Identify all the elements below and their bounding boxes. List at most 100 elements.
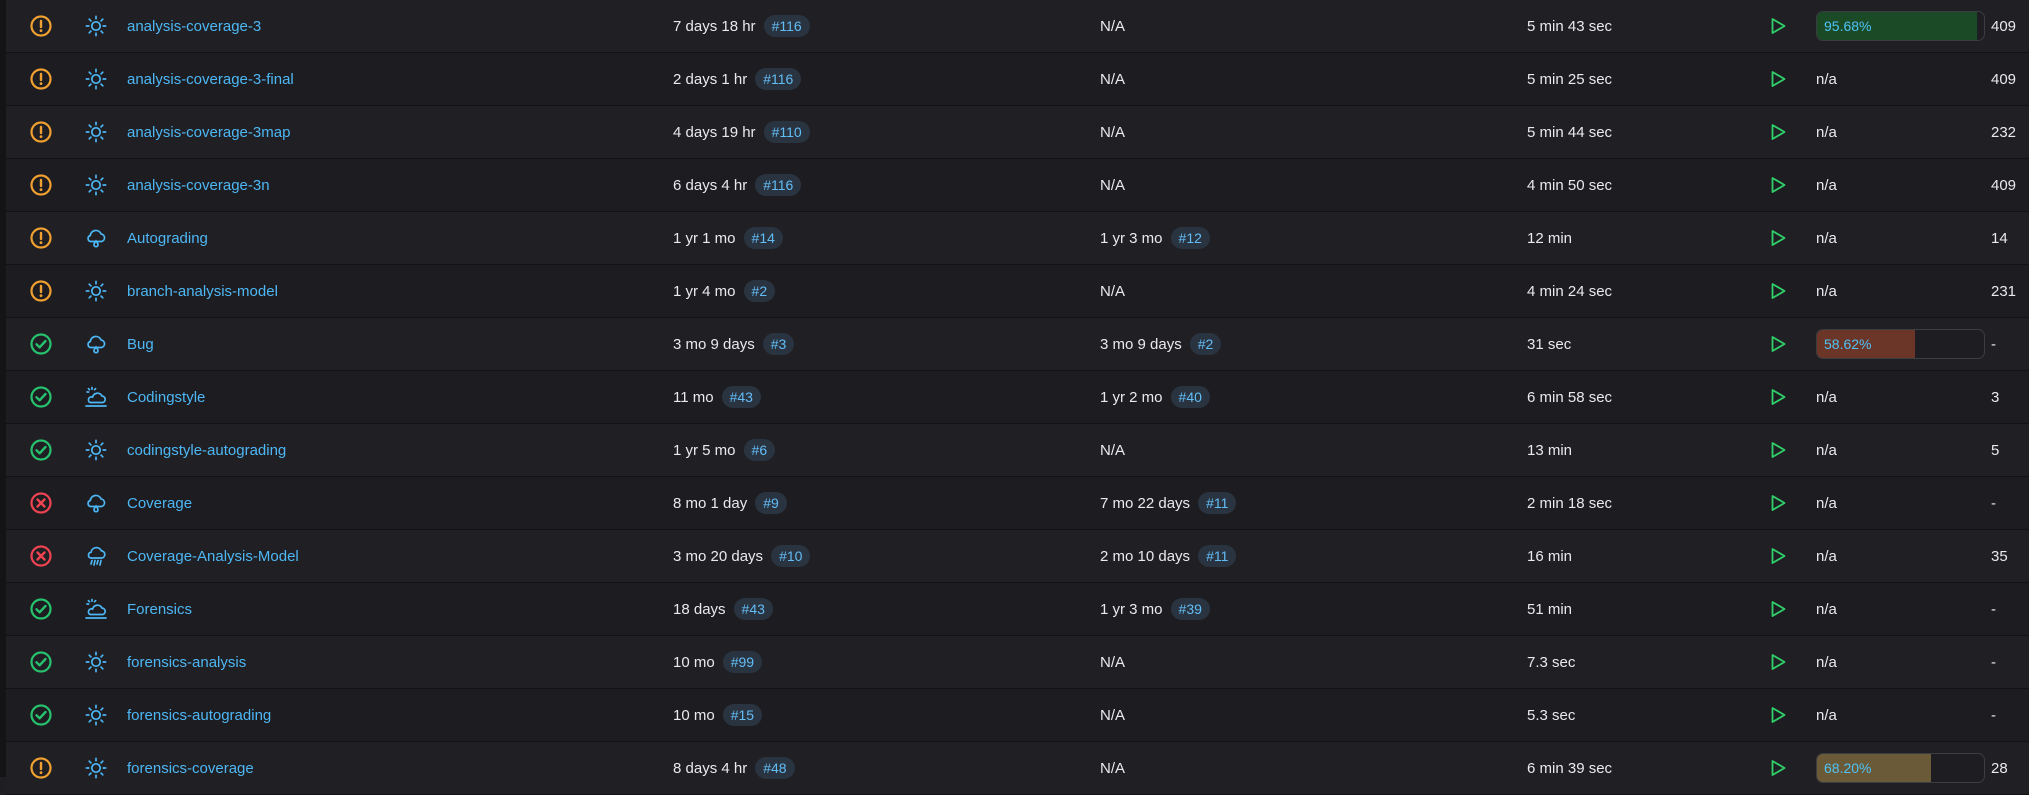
job-name-link[interactable]: branch-analysis-model: [127, 283, 278, 300]
failure-build-link[interactable]: #2: [1189, 333, 1222, 355]
success-build-link[interactable]: #43: [721, 386, 761, 408]
success-build-link[interactable]: #116: [755, 68, 802, 90]
last-failure-time: N/A: [1100, 123, 1126, 141]
last-duration: 6 min 58 sec: [1527, 388, 1613, 406]
job-name-link[interactable]: analysis-coverage-3-final: [127, 71, 294, 88]
weather-sun-icon: [78, 689, 114, 741]
job-name-link[interactable]: Coverage: [127, 495, 192, 512]
success-build-link[interactable]: #99: [722, 651, 763, 673]
job-name-link[interactable]: codingstyle-autograding: [127, 442, 286, 459]
job-row: codingstyle-autograding 1 yr 5 mo #6 N/A…: [6, 424, 2029, 477]
job-name-link[interactable]: Codingstyle: [127, 389, 205, 406]
job-row: forensics-autograding 10 mo #15 N/A 5.3 …: [6, 689, 2029, 742]
weather-sun-icon: [78, 159, 114, 211]
last-success-time: 1 yr 5 mo: [673, 441, 736, 459]
status-warning-icon: [24, 106, 58, 158]
success-build-link[interactable]: #43: [733, 598, 773, 620]
run-build-icon[interactable]: [1763, 159, 1793, 211]
job-name-link[interactable]: forensics-coverage: [127, 760, 254, 777]
success-build-link[interactable]: #116: [755, 174, 802, 196]
job-row: analysis-coverage-3map 4 days 19 hr #110…: [6, 106, 2029, 159]
coverage-na: n/a: [1816, 176, 1837, 194]
last-success-cell: 3 mo 20 days #10: [673, 530, 811, 582]
last-success-time: 2 days 1 hr: [673, 70, 748, 88]
run-build-icon[interactable]: [1763, 636, 1793, 688]
run-build-icon[interactable]: [1763, 583, 1793, 635]
status-warning-icon: [24, 212, 58, 264]
run-build-icon[interactable]: [1763, 106, 1793, 158]
last-failure-time: N/A: [1100, 176, 1126, 194]
job-name-link[interactable]: Coverage-Analysis-Model: [127, 548, 299, 565]
job-row: analysis-coverage-3n 6 days 4 hr #116 N/…: [6, 159, 2029, 212]
run-build-icon[interactable]: [1763, 477, 1793, 529]
job-row: Codingstyle 11 mo #43 1 yr 2 mo #40 6 min…: [6, 371, 2029, 424]
job-row: Coverage 8 mo 1 day #9 7 mo 22 days #11 2…: [6, 477, 2029, 530]
weather-cloud-drizzle-icon: [78, 477, 114, 529]
job-name-link[interactable]: analysis-coverage-3map: [127, 124, 290, 141]
last-failure-cell: N/A: [1100, 106, 1125, 158]
coverage-na: n/a: [1816, 123, 1837, 141]
job-name-link[interactable]: analysis-coverage-3: [127, 18, 261, 35]
success-build-link[interactable]: #14: [743, 227, 783, 249]
run-build-icon[interactable]: [1763, 53, 1793, 105]
failure-build-link[interactable]: #11: [1198, 492, 1237, 514]
job-name-link[interactable]: Bug: [127, 336, 154, 353]
run-build-icon[interactable]: [1763, 530, 1793, 582]
status-warning-icon: [24, 265, 58, 317]
issue-count: 35: [1991, 547, 2008, 565]
status-success-icon: [24, 371, 58, 423]
weather-cloud-drizzle-icon: [78, 318, 114, 370]
coverage-bar[interactable]: 58.62%: [1816, 329, 1985, 359]
run-build-icon[interactable]: [1763, 318, 1793, 370]
last-failure-time: N/A: [1100, 441, 1126, 459]
coverage-percent: 68.20%: [1824, 760, 1872, 776]
coverage-bar[interactable]: 68.20%: [1816, 753, 1985, 783]
success-build-link[interactable]: #9: [755, 492, 787, 514]
run-build-icon[interactable]: [1763, 424, 1793, 476]
success-build-link[interactable]: #3: [762, 333, 795, 355]
success-build-link[interactable]: #15: [722, 704, 763, 726]
last-success-cell: 10 mo #15: [673, 689, 763, 741]
last-duration: 51 min: [1527, 600, 1573, 618]
run-build-icon[interactable]: [1763, 742, 1793, 794]
coverage-na: n/a: [1816, 653, 1837, 671]
success-build-link[interactable]: #6: [743, 439, 776, 461]
job-name-link[interactable]: forensics-analysis: [127, 654, 246, 671]
success-build-link[interactable]: #116: [763, 15, 810, 37]
run-build-icon[interactable]: [1763, 0, 1793, 52]
job-name-link[interactable]: forensics-autograding: [127, 707, 271, 724]
last-failure-cell: N/A: [1100, 159, 1125, 211]
success-build-link[interactable]: #110: [763, 121, 810, 143]
coverage-bar[interactable]: 95.68%: [1816, 11, 1985, 41]
status-failure-icon: [24, 477, 58, 529]
last-success-time: 10 mo: [673, 653, 715, 671]
failure-build-link[interactable]: #11: [1198, 545, 1237, 567]
failure-build-link[interactable]: #40: [1170, 386, 1210, 408]
last-success-time: 1 yr 4 mo: [673, 282, 736, 300]
last-duration: 12 min: [1527, 229, 1573, 247]
success-build-link[interactable]: #10: [771, 545, 811, 567]
success-build-link[interactable]: #2: [743, 280, 776, 302]
issue-count: -: [1991, 494, 1996, 512]
success-build-link[interactable]: #48: [755, 757, 795, 779]
job-row: Forensics 18 days #43 1 yr 3 mo #39 51 mi…: [6, 583, 2029, 636]
last-failure-cell: 1 yr 2 mo #40: [1100, 371, 1210, 423]
run-build-icon[interactable]: [1763, 689, 1793, 741]
status-warning-icon: [24, 53, 58, 105]
last-success-cell: 4 days 19 hr #110: [673, 106, 810, 158]
failure-build-link[interactable]: #39: [1170, 598, 1210, 620]
failure-build-link[interactable]: #12: [1170, 227, 1210, 249]
status-warning-icon: [24, 159, 58, 211]
coverage-na: n/a: [1816, 547, 1837, 565]
last-failure-time: N/A: [1100, 759, 1126, 777]
job-name-link[interactable]: Forensics: [127, 601, 192, 618]
last-failure-time: 2 mo 10 days: [1100, 547, 1191, 565]
run-build-icon[interactable]: [1763, 265, 1793, 317]
issue-count: -: [1991, 335, 1996, 353]
last-failure-time: 1 yr 3 mo: [1100, 600, 1163, 618]
job-name-link[interactable]: Autograding: [127, 230, 208, 247]
run-build-icon[interactable]: [1763, 371, 1793, 423]
run-build-icon[interactable]: [1763, 212, 1793, 264]
job-row: analysis-coverage-3-final 2 days 1 hr #1…: [6, 53, 2029, 106]
job-name-link[interactable]: analysis-coverage-3n: [127, 177, 270, 194]
